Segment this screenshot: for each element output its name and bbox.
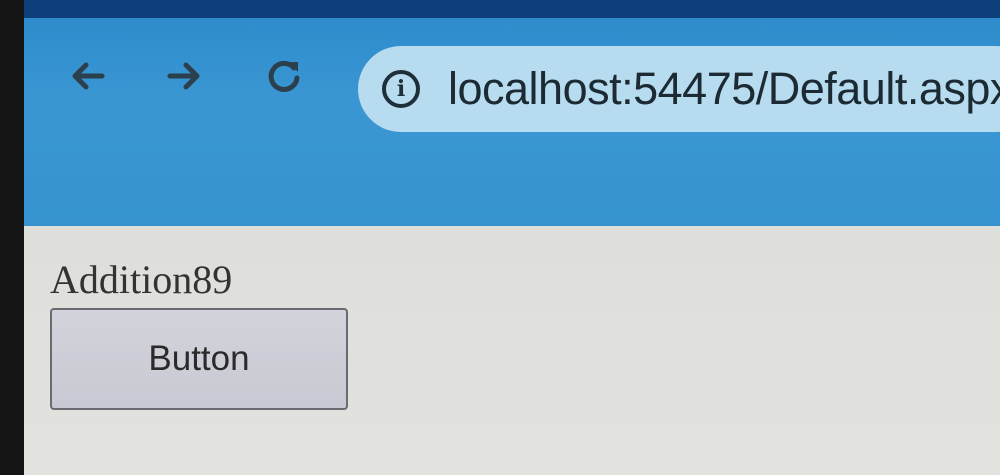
- window-title-bar: [24, 0, 1000, 18]
- address-bar-content: i localhost:54475/Default.aspx: [382, 46, 1000, 132]
- arrow-right-icon: [167, 62, 200, 90]
- browser-toolbar: i localhost:54475/Default.aspx: [24, 18, 1000, 226]
- url-text[interactable]: localhost:54475/Default.aspx: [448, 63, 1000, 115]
- address-bar[interactable]: i localhost:54475/Default.aspx: [358, 46, 1000, 132]
- forward-button[interactable]: [162, 56, 206, 96]
- arrow-left-icon: [72, 62, 105, 90]
- addition-label: Addition89: [50, 257, 233, 302]
- info-icon[interactable]: i: [382, 70, 420, 108]
- monitor-bezel: [0, 0, 24, 475]
- reload-icon: [268, 60, 300, 92]
- page-content: Addition89 Button: [24, 226, 1000, 475]
- screen: i localhost:54475/Default.aspx Addition8…: [0, 0, 1000, 475]
- back-button[interactable]: [66, 56, 110, 96]
- submit-button[interactable]: Button: [50, 308, 348, 410]
- reload-button[interactable]: [262, 56, 306, 96]
